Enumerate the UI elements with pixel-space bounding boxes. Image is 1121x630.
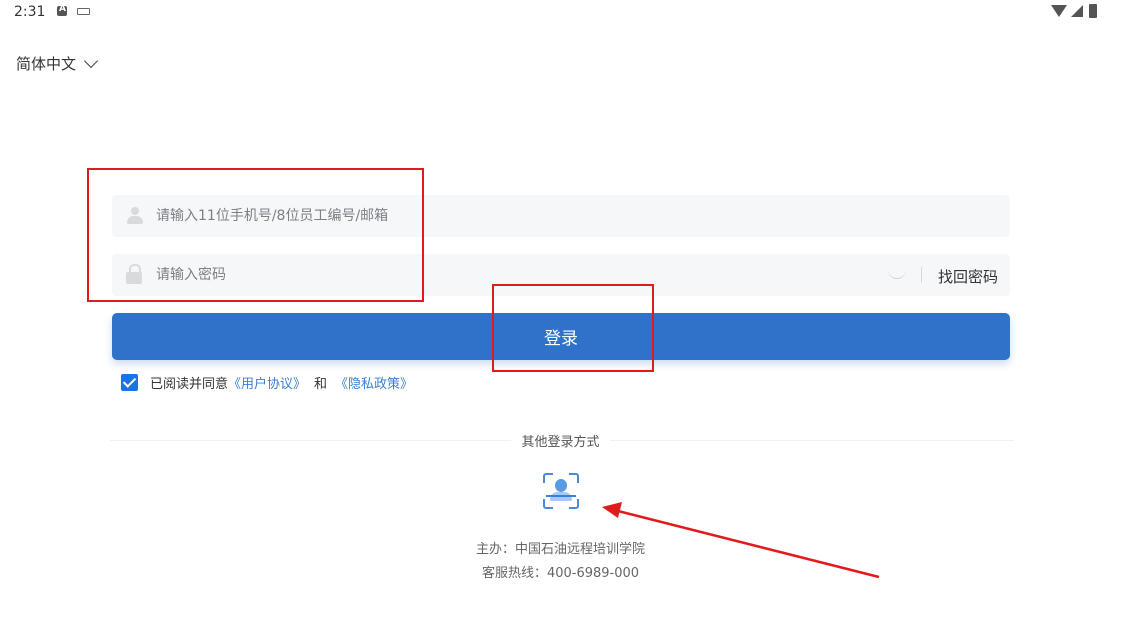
annotation-arrow	[602, 502, 880, 579]
